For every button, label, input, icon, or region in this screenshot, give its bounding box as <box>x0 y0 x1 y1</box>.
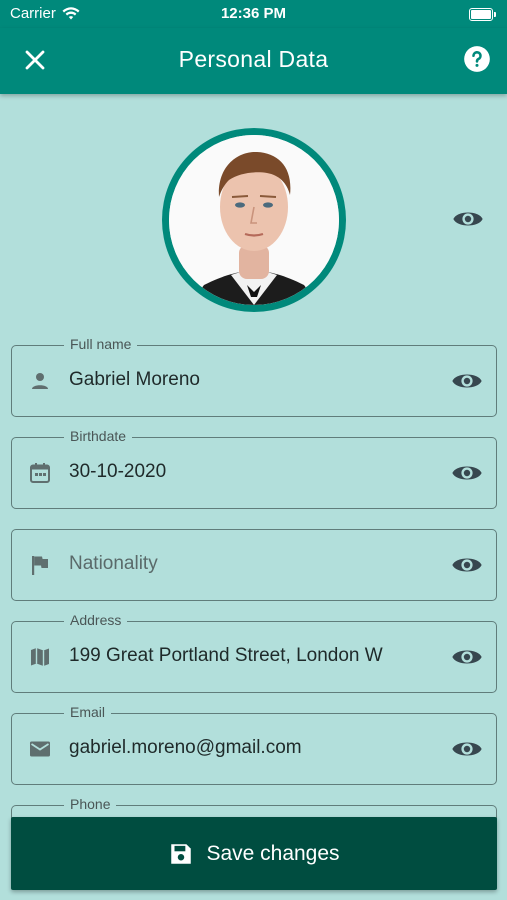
profile-photo <box>169 135 339 305</box>
profile-photo-ring[interactable] <box>162 128 346 312</box>
full-name-field[interactable]: Full name Gabriel Moreno <box>11 336 497 417</box>
flag-icon <box>32 556 48 575</box>
status-bar: Carrier 12:36 PM <box>0 0 507 28</box>
save-button-label: Save changes <box>206 841 340 865</box>
email-input[interactable]: gabriel.moreno@gmail.com <box>69 737 302 759</box>
birthdate-label: Birthdate <box>64 428 133 444</box>
full-name-input[interactable]: Gabriel Moreno <box>69 369 200 391</box>
page-title: Personal Data <box>178 46 329 72</box>
nationality-field[interactable]: Nationality <box>11 529 497 601</box>
person-icon <box>32 373 48 389</box>
save-icon <box>171 843 192 864</box>
full-name-label: Full name <box>64 336 138 352</box>
map-icon <box>31 648 49 666</box>
nationality-visibility-eye-icon[interactable] <box>451 549 483 581</box>
email-label: Email <box>64 704 112 720</box>
email-icon <box>30 741 50 757</box>
photo-visibility-eye-icon[interactable] <box>452 203 484 235</box>
email-field[interactable]: Email gabriel.moreno@gmail.com <box>11 704 497 785</box>
birthdate-visibility-eye-icon[interactable] <box>451 457 483 489</box>
address-input[interactable]: 199 Great Portland Street, London W <box>69 645 383 667</box>
phone-label: Phone <box>64 796 117 812</box>
nationality-input[interactable]: Nationality <box>69 553 158 575</box>
birthdate-field[interactable]: Birthdate 30-10-2020 <box>11 428 497 509</box>
save-changes-button[interactable]: Save changes <box>11 817 497 890</box>
address-visibility-eye-icon[interactable] <box>451 641 483 673</box>
help-circle-icon[interactable] <box>463 45 491 73</box>
app-bar: Personal Data <box>0 28 507 94</box>
battery-icon <box>469 8 496 21</box>
full-name-visibility-eye-icon[interactable] <box>451 365 483 397</box>
calendar-icon <box>30 463 50 483</box>
address-field[interactable]: Address 199 Great Portland Street, Londo… <box>11 612 497 693</box>
avatar[interactable] <box>169 135 339 305</box>
email-visibility-eye-icon[interactable] <box>451 733 483 765</box>
birthdate-input[interactable]: 30-10-2020 <box>69 461 166 483</box>
address-label: Address <box>64 612 128 628</box>
status-time: 12:36 PM <box>220 5 287 22</box>
